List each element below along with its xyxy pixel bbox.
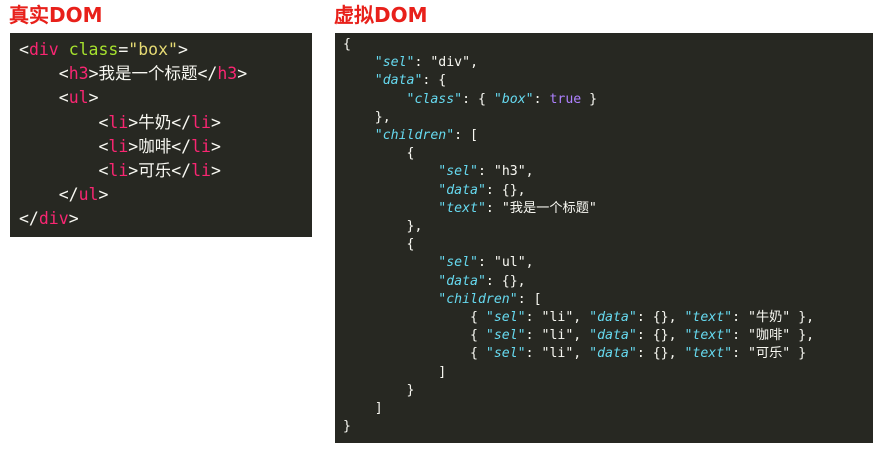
json-key: "text" <box>684 346 733 362</box>
real-dom-heading: 真实DOM <box>9 3 103 27</box>
code-line: <ul> <box>58 88 99 108</box>
json-value: "li" <box>541 310 574 326</box>
json-key: "text" <box>684 310 733 326</box>
tag-name: li <box>108 136 129 156</box>
json-key: "sel" <box>485 346 526 362</box>
json-value: "牛奶" <box>747 310 791 326</box>
code-line: </div> <box>19 209 79 229</box>
json-key: "data" <box>438 273 486 289</box>
json-value: "ul" <box>493 255 526 271</box>
json-key: "children" <box>374 128 455 144</box>
json-value: "可乐" <box>747 346 791 362</box>
tag-name: li <box>191 161 211 181</box>
tag-name: li <box>108 112 129 132</box>
li-text: 可乐 <box>138 161 172 181</box>
code-line: <h3>我是一个标题</h3> <box>58 64 248 84</box>
code-line: <li>可乐</li> <box>98 161 221 181</box>
tag-name: ul <box>78 185 99 205</box>
json-key: "box" <box>493 91 534 107</box>
virtual-dom-code: { "sel": "div", "data": { "class": { "bo… <box>343 37 815 435</box>
h3-text: 我是一个标题 <box>98 64 198 84</box>
json-key: "sel" <box>374 55 415 71</box>
virtual-dom-code-panel: { "sel": "div", "data": { "class": { "bo… <box>335 33 873 443</box>
tag-name: h3 <box>217 64 238 84</box>
virtual-dom-heading: 虚拟DOM <box>334 3 428 27</box>
json-key: "data" <box>589 310 637 326</box>
json-key: "class" <box>406 91 463 107</box>
tag-name: li <box>191 112 211 132</box>
json-key: "sel" <box>438 164 478 180</box>
json-key: "data" <box>374 73 423 89</box>
json-boolean: true <box>549 91 582 107</box>
code-line: <li>牛奶</li> <box>98 112 221 132</box>
tag-name: li <box>191 136 211 156</box>
json-key: "text" <box>684 328 733 344</box>
code-line: </ul> <box>58 185 109 205</box>
json-key: "sel" <box>438 255 478 271</box>
code-line: <li>咖啡</li> <box>98 136 221 156</box>
json-key: "data" <box>438 182 486 198</box>
tag-name: div <box>38 209 69 229</box>
li-text: 牛奶 <box>138 112 172 132</box>
tag-name: div <box>28 40 59 59</box>
json-value: "div" <box>430 55 471 71</box>
json-key: "children" <box>438 291 518 307</box>
code-line: <div class="box"> <box>19 40 188 59</box>
real-dom-code: <div class="box"> <h3>我是一个标题</h3> <ul> <… <box>19 38 247 232</box>
attr-value: "box" <box>128 40 178 59</box>
json-value: "咖啡" <box>747 328 791 344</box>
json-key: "data" <box>589 328 637 344</box>
json-key: "sel" <box>485 310 526 326</box>
json-value: "li" <box>541 346 574 362</box>
tag-name: li <box>108 161 129 181</box>
tag-name: h3 <box>68 64 89 84</box>
attr-name: class <box>68 40 119 59</box>
real-dom-code-panel: <div class="box"> <h3>我是一个标题</h3> <ul> <… <box>10 33 312 237</box>
json-key: "text" <box>438 200 486 216</box>
tag-name: ul <box>68 88 89 108</box>
json-key: "data" <box>589 346 637 362</box>
json-value: "h3" <box>493 164 526 180</box>
json-value: "li" <box>541 328 574 344</box>
json-value: "我是一个标题" <box>501 200 597 216</box>
json-key: "sel" <box>485 328 526 344</box>
li-text: 咖啡 <box>138 136 172 156</box>
